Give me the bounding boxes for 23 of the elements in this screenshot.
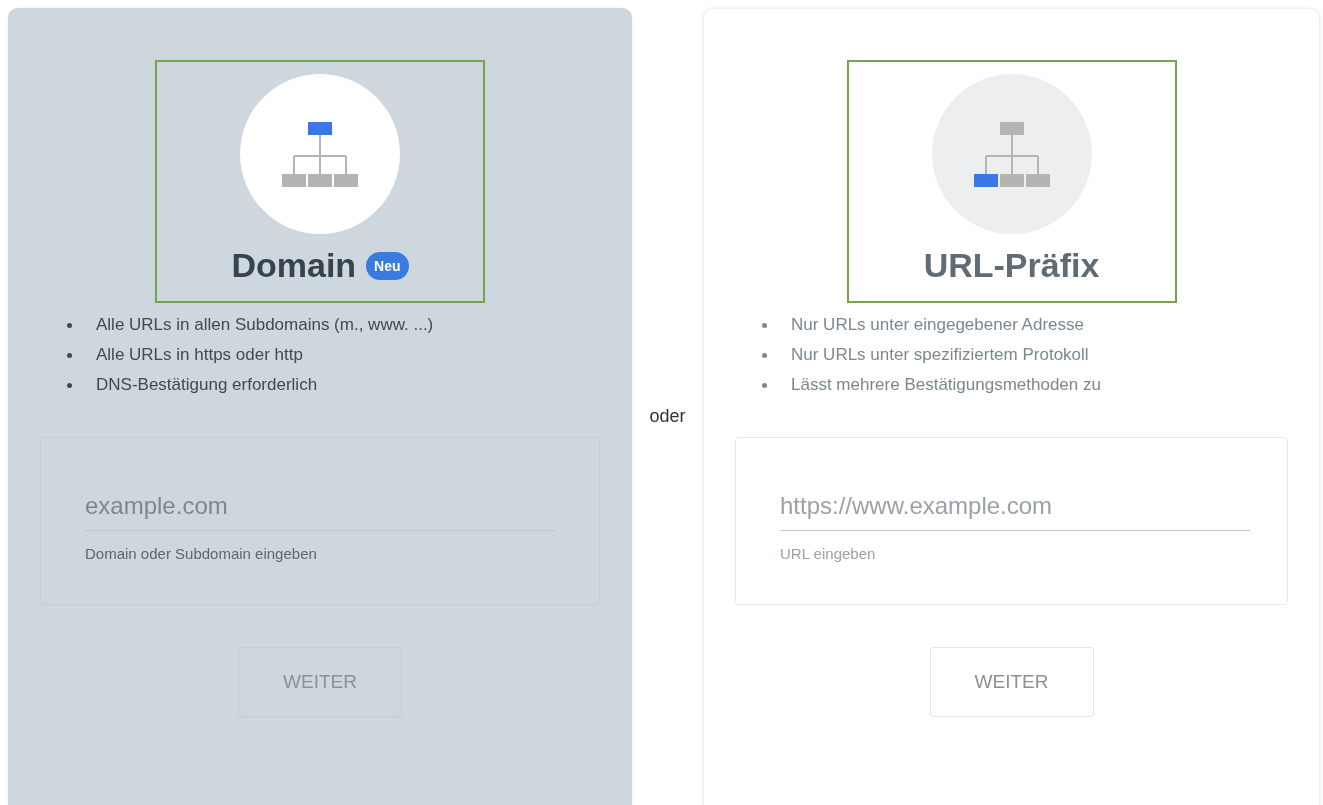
new-badge: Neu — [366, 251, 409, 280]
continue-button[interactable]: WEITER — [929, 647, 1094, 717]
url-field[interactable]: example.com — [85, 488, 555, 531]
bullet-icon — [762, 322, 767, 328]
field-hint: URL eingeben — [780, 545, 877, 562]
card-title: URL-Präfix — [923, 246, 1100, 285]
feature-text: Alle URLs in https oder http — [96, 344, 303, 366]
card-title: Domain — [231, 246, 357, 285]
property-card[interactable]: Domain Neu Alle URLs in allen Subdomains (m., www. ...) Alle URLs in https oder http DNS-Bestätigung erforderlich example.com Domain oder Subdomain eingeben WEITER — [8, 8, 632, 805]
bullet-icon — [762, 352, 767, 358]
feature-text: Nur URLs unter spezifiziertem Protokoll — [791, 344, 1089, 366]
feature-text: Nur URLs unter eingegebener Adresse — [791, 314, 1084, 336]
bullet-icon — [762, 382, 767, 388]
feature-text: Lässt mehrere Bestätigungsmethoden zu — [791, 374, 1101, 396]
url-field[interactable]: https://www.example.com — [780, 488, 1250, 531]
property-card[interactable]: URL-Präfix Nur URLs unter eingegebener Adresse Nur URLs unter spezifiziertem Protokoll Lässt mehrere Bestätigungsmethoden zu https://www.example.com URL eingeben WEITER — [703, 8, 1320, 805]
field-hint: Domain oder Subdomain eingeben — [85, 545, 318, 562]
bullet-icon — [67, 352, 72, 358]
bullet-icon — [67, 322, 72, 328]
bullet-icon — [67, 382, 72, 388]
feature-text: Alle URLs in allen Subdomains (m., www. ...) — [96, 314, 434, 336]
feature-text: DNS-Bestätigung erforderlich — [96, 374, 318, 396]
separator-text: oder — [648, 406, 687, 427]
